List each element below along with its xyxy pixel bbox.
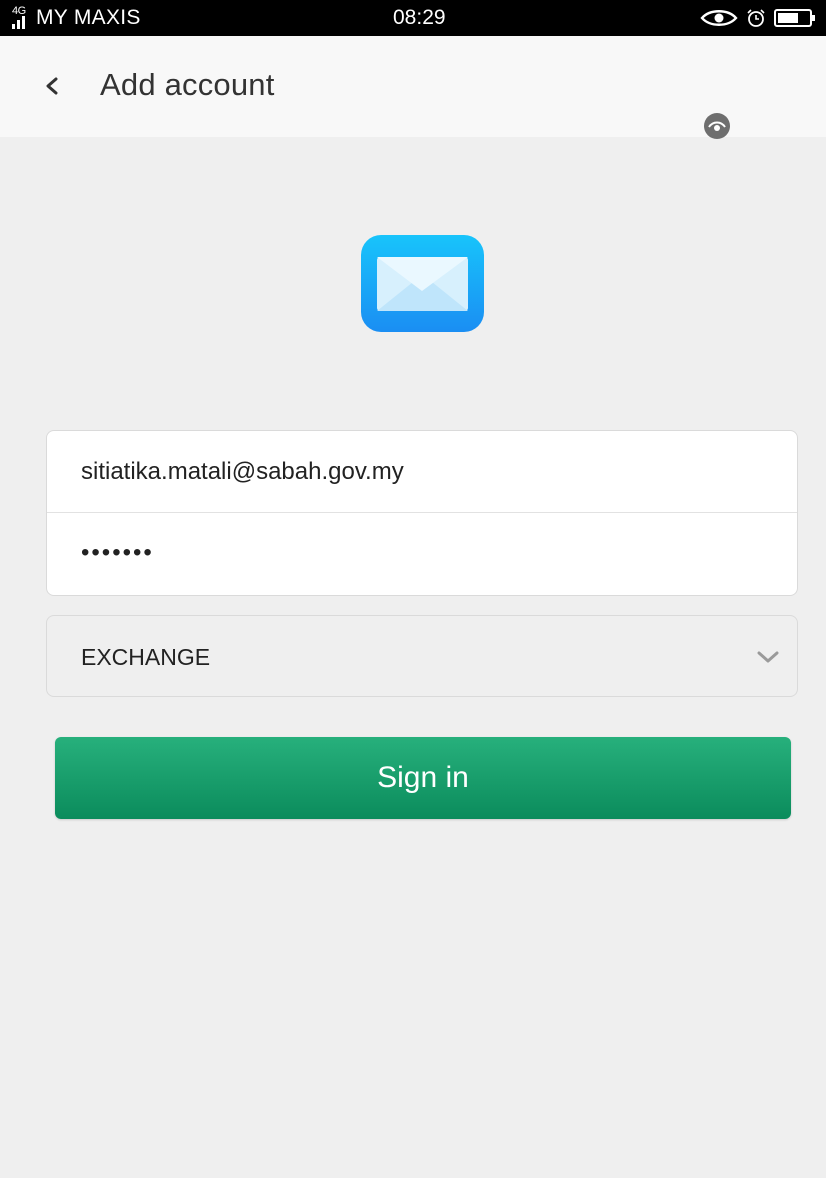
status-bar: 4G MY MAXIS 08:29	[0, 0, 826, 36]
account-type-value: EXCHANGE	[81, 644, 211, 670]
account-type-select[interactable]: EXCHANGE	[46, 615, 798, 697]
status-icons	[700, 0, 816, 36]
status-left: 4G MY MAXIS	[12, 0, 141, 36]
chevron-left-icon[interactable]	[42, 74, 62, 98]
email-field[interactable]: sitiatika.matali@sabah.gov.my	[47, 431, 797, 513]
signal-icon: 4G	[12, 5, 34, 31]
eye-icon[interactable]	[703, 112, 731, 140]
password-field[interactable]: •••••••	[47, 513, 797, 595]
chevron-down-icon	[757, 651, 779, 663]
battery-icon	[774, 9, 815, 27]
mail-icon	[361, 235, 484, 332]
alarm-icon	[747, 9, 765, 27]
eye-icon	[700, 10, 738, 26]
sign-in-button[interactable]: Sign in	[55, 737, 791, 819]
page-title: Add account	[100, 67, 275, 102]
clock: 08:29	[393, 6, 446, 29]
carrier-name: MY MAXIS	[36, 6, 141, 29]
credentials-card: sitiatika.matali@sabah.gov.my •••••••	[46, 430, 798, 596]
